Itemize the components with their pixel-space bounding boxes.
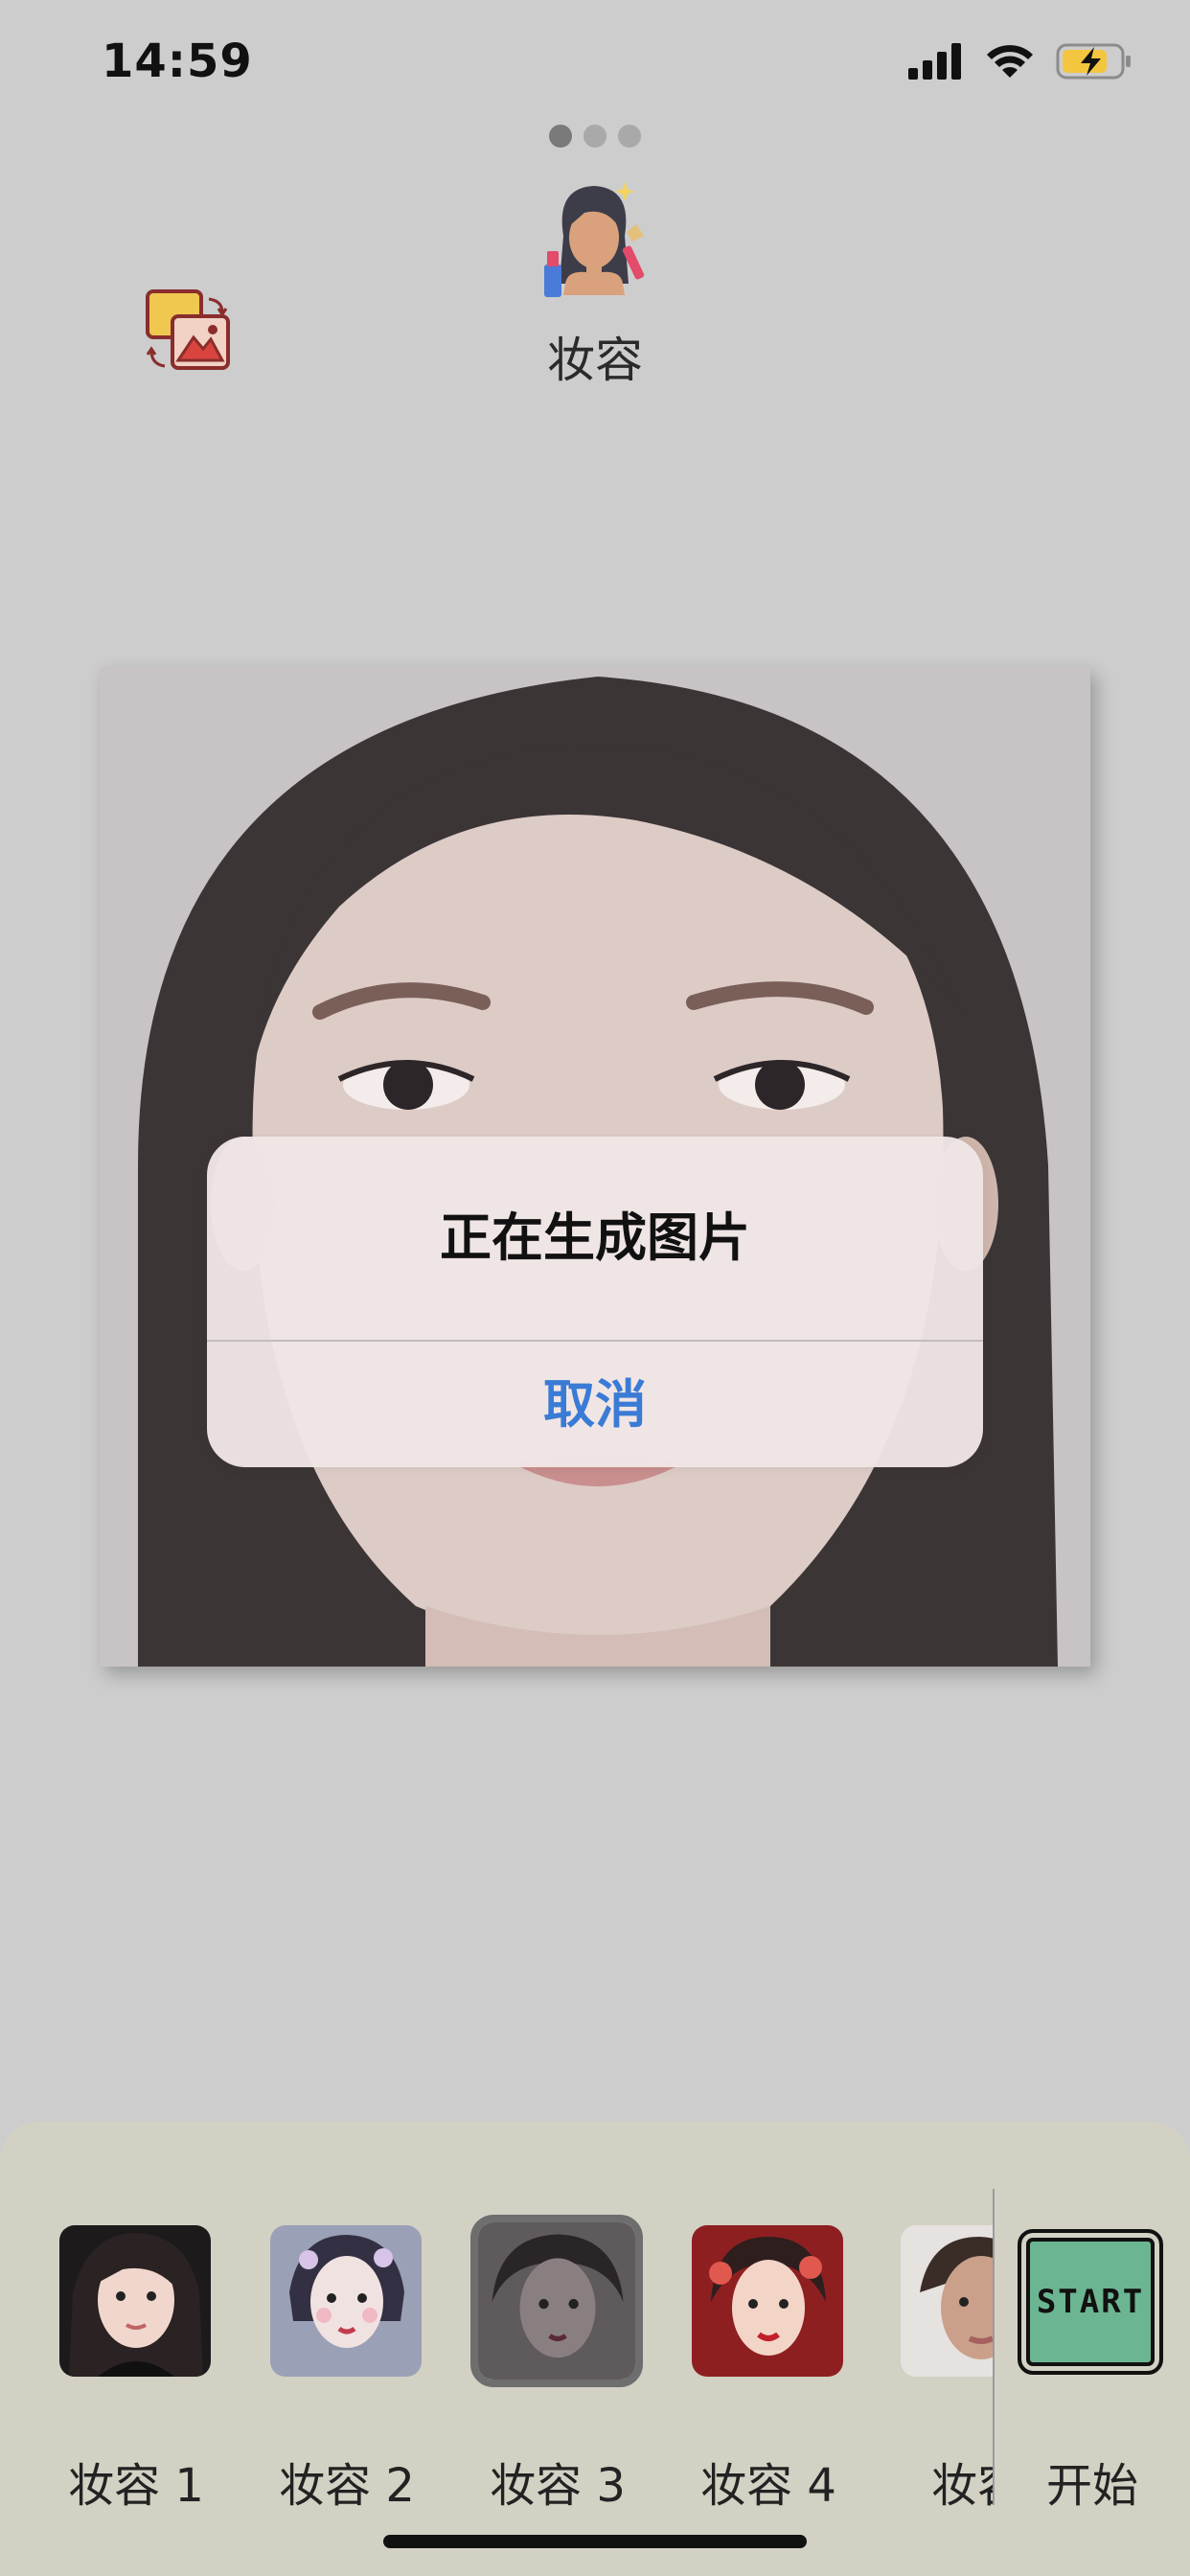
style-thumbnail [470,2215,643,2387]
style-item-5[interactable]: 妆容 [901,2225,993,2513]
style-thumbnail [692,2225,843,2377]
style-carousel[interactable]: 妆容 1 妆容 2 妆容 3 妆容 4 妆 [0,2122,993,2576]
status-time: 14:59 [102,34,253,88]
signal-icon [908,43,961,80]
style-label: 妆容 1 [68,2459,204,2513]
home-indicator[interactable] [383,2535,807,2548]
style-item-1[interactable]: 妆容 1 [59,2225,213,2513]
style-thumbnail [901,2225,993,2377]
battery-charging-icon [1056,43,1131,80]
style-item-3[interactable]: 妆容 3 [470,2215,643,2513]
status-icons [908,42,1133,80]
status-bar: 14:59 [0,0,1190,125]
makeup-girl-icon [537,178,652,303]
page-dot-2[interactable] [584,125,606,148]
style-label: 妆容 [930,2459,993,2513]
page-indicator [0,125,1190,148]
start-button-text: START [1036,2283,1145,2321]
start-button[interactable]: START [1018,2229,1163,2375]
style-tray: 妆容 1 妆容 2 妆容 3 妆容 4 妆 START 开始 [0,2122,1190,2576]
tray-divider [993,2189,995,2505]
page-title: 妆容 [547,333,643,388]
generating-alert: 正在生成图片 取消 [207,1137,983,1467]
style-thumbnail [270,2225,422,2377]
style-label: 妆容 3 [490,2459,626,2513]
style-thumbnail [59,2225,211,2377]
style-label: 妆容 2 [279,2459,415,2513]
page-dot-1[interactable] [549,125,572,148]
alert-title: 正在生成图片 [440,1208,750,1268]
wifi-icon [987,45,1033,78]
start-label: 开始 [1045,2459,1138,2513]
style-item-4[interactable]: 妆容 4 [692,2225,845,2513]
cancel-button[interactable]: 取消 [207,1342,983,1467]
style-label: 妆容 4 [700,2459,836,2513]
page-dot-3[interactable] [618,125,641,148]
style-item-2[interactable]: 妆容 2 [270,2225,423,2513]
